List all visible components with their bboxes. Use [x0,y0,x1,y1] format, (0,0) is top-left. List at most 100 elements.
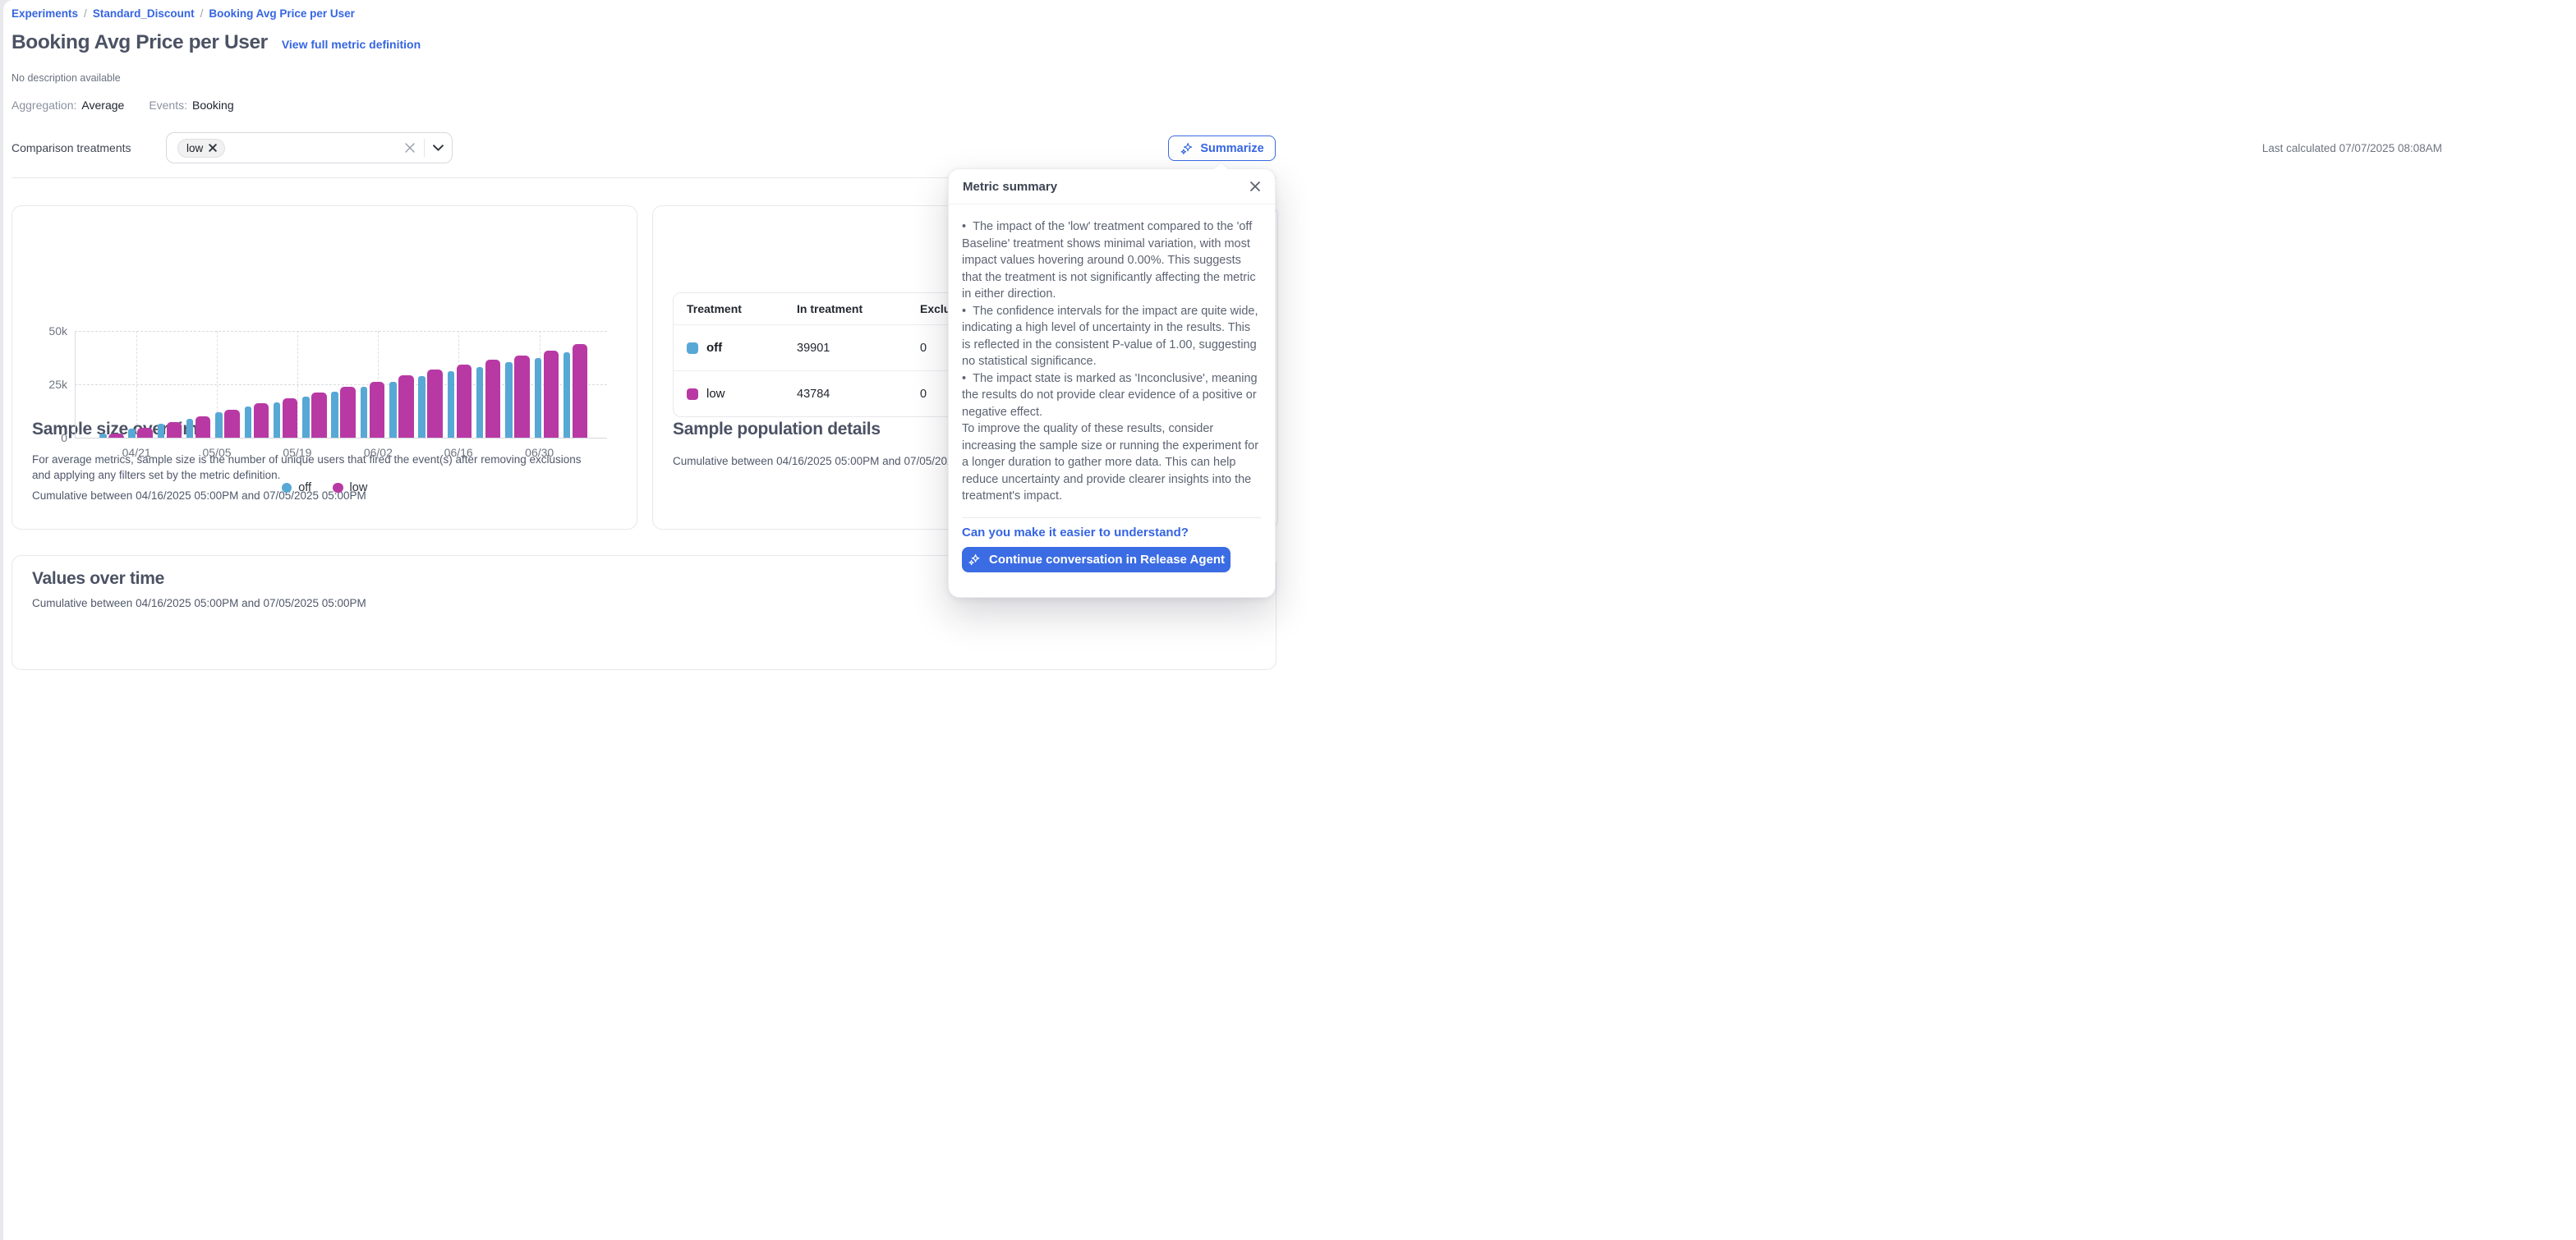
bar-low-0 [108,434,124,438]
metric-meta-row: Aggregation: Average Events: Booking [12,99,234,112]
legend-label: off [298,481,311,494]
breadcrumb-separator: / [78,7,93,20]
close-icon[interactable] [1249,181,1261,192]
sample-size-bar-chart: 025k50k04/2105/0505/1906/0206/1606/30 [75,331,607,438]
bar-off-9 [361,387,368,438]
events-value: Booking [192,99,234,112]
x-tick-label: 05/05 [202,446,231,459]
summary-text: • The impact of the 'low' treatment comp… [962,218,1261,505]
bar-low-7 [311,393,327,438]
page-header: Booking Avg Price per User View full met… [12,31,421,54]
comparison-treatments-select[interactable]: low [166,132,453,163]
bar-low-13 [485,360,501,438]
bar-off-15 [535,358,542,438]
chevron-down-icon[interactable] [433,145,444,151]
panel-title: Metric summary [963,180,1057,194]
bar-low-5 [254,403,269,438]
easier-to-understand-link[interactable]: Can you make it easier to understand? [962,526,1189,540]
summary-bullet-1: • The impact of the 'low' treatment comp… [962,218,1261,303]
treatment-tag-low[interactable]: low [177,139,225,158]
legend-item-off[interactable]: off [282,481,311,494]
bar-low-15 [544,351,559,438]
left-edge-strip [0,0,3,1240]
aggregation-label: Aggregation: [12,99,76,112]
bar-off-6 [274,402,281,438]
clear-selection-icon[interactable] [404,142,416,154]
bar-off-1 [128,429,136,438]
bar-low-1 [137,428,153,438]
column-header-in-treatment: In treatment [784,302,907,315]
events-label: Events: [149,99,187,112]
values-over-time-title: Values over time [32,569,164,589]
bar-off-10 [389,382,397,438]
bar-low-4 [224,410,240,438]
bar-low-12 [457,365,472,438]
view-metric-definition-link[interactable]: View full metric definition [282,38,421,51]
x-tick-label: 06/16 [444,446,473,459]
breadcrumb-separator: / [195,7,209,20]
bar-off-5 [245,406,252,438]
bar-low-8 [340,387,356,438]
treatment-tag-label: low [186,142,203,154]
comparison-treatments-label: Comparison treatments [12,141,131,154]
sample-population-title: Sample population details [673,420,881,439]
legend-item-low[interactable]: low [333,481,367,494]
h-gridline-50k [75,331,607,332]
last-calculated-text: Last calculated 07/07/2025 08:08AM [2262,142,2442,154]
x-tick-label: 04/21 [122,446,151,459]
treatment-name: low [706,387,725,401]
page-title: Booking Avg Price per User [12,31,268,54]
tag-remove-icon[interactable] [209,144,217,152]
breadcrumb: Experiments/Standard_Discount/Booking Av… [12,7,355,20]
bar-low-2 [167,422,182,438]
bar-off-11 [418,376,426,438]
bar-low-10 [398,375,414,438]
bar-off-0 [99,434,107,438]
breadcrumb-item-standard-discount[interactable]: Standard_Discount [93,7,195,20]
panel-header: Metric summary [949,169,1275,204]
breadcrumb-item-booking-avg-price-per-user[interactable]: Booking Avg Price per User [209,7,355,20]
bar-off-2 [158,424,165,438]
bar-off-14 [505,362,513,438]
treatment-name: off [706,341,722,355]
bar-low-9 [370,382,385,438]
values-over-time-cumulative: Cumulative between 04/16/2025 05:00PM an… [32,595,366,611]
aggregation-value: Average [81,99,124,112]
summary-bullet-3: • The impact state is marked as 'Inconcl… [962,370,1261,421]
in-treatment-value: 43784 [784,388,907,401]
breadcrumb-item-experiments[interactable]: Experiments [12,7,78,20]
x-tick-label: 06/30 [525,446,554,459]
legend-dot-low [333,483,343,494]
continue-in-release-agent-button[interactable]: Continue conversation in Release Agent [962,547,1230,572]
x-tick-label: 05/19 [283,446,311,459]
summarize-button-label: Summarize [1200,142,1263,155]
bar-off-8 [331,392,338,438]
bar-off-3 [186,419,194,438]
y-tick-label: 50k [48,324,67,338]
sparkles-icon [968,553,982,567]
treatment-color-swatch [687,342,698,354]
h-gridline-0 [75,438,607,439]
v-gridline-04/21 [136,331,137,438]
x-tick-label: 06/02 [364,446,393,459]
bar-low-6 [283,398,298,438]
bar-low-3 [196,416,211,438]
treatment-color-swatch [687,388,698,400]
in-treatment-value: 39901 [784,342,907,355]
chart-legend: off low [12,481,637,494]
summarize-button[interactable]: Summarize [1168,135,1276,161]
sparkles-icon [1180,141,1194,156]
sample-size-card: Sample size over time For average metric… [12,205,637,530]
metric-description: No description available [12,72,121,84]
bar-low-14 [514,356,530,438]
treatment-cell: low [674,387,784,401]
summary-note: To improve the quality of these results,… [962,420,1261,505]
y-tick-label: 25k [48,378,67,391]
bar-off-4 [215,412,223,438]
bar-off-12 [448,371,455,438]
metric-summary-panel: Metric summary • The impact of the 'low'… [948,168,1276,598]
bar-off-13 [476,367,484,438]
y-tick-label: 0 [61,431,67,444]
select-separator [424,139,425,157]
legend-label: low [350,481,368,494]
